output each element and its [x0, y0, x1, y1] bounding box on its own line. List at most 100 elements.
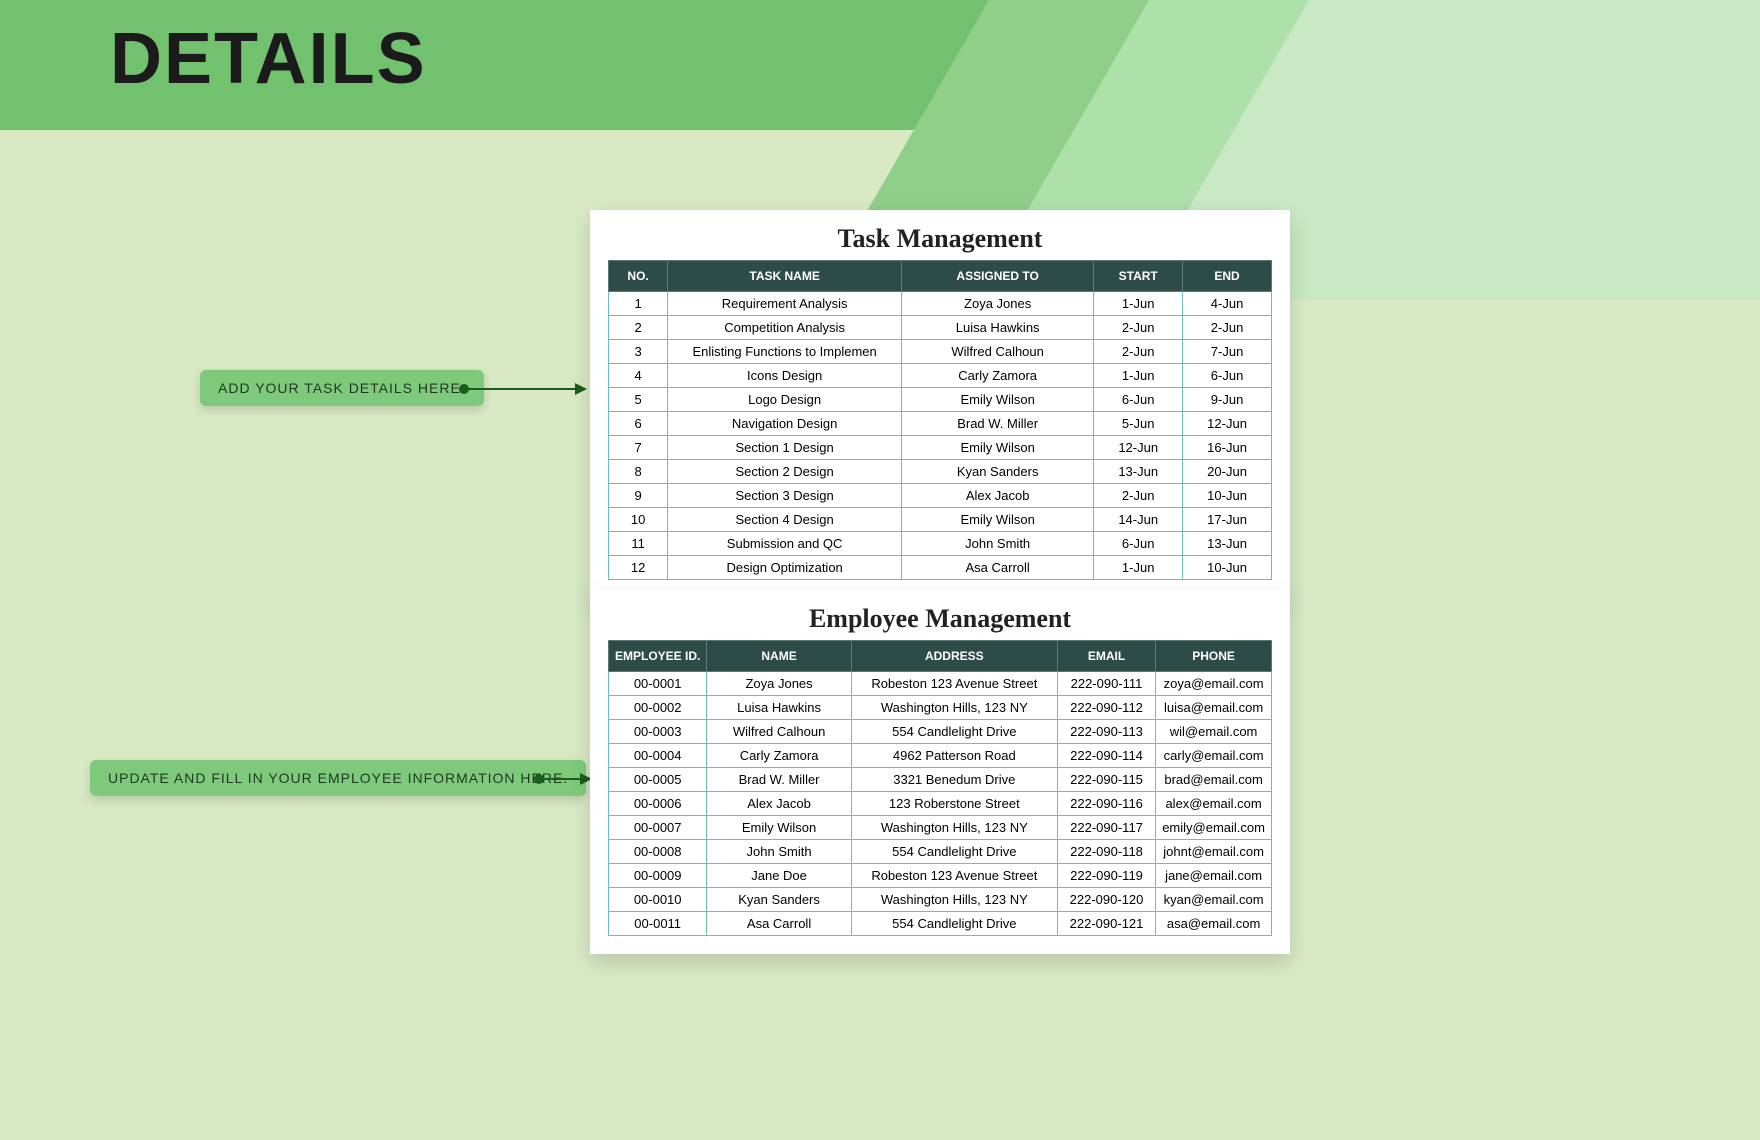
column-header: END [1183, 261, 1272, 292]
table-cell: 7-Jun [1183, 340, 1272, 364]
table-cell: emily@email.com [1156, 816, 1272, 840]
table-cell: asa@email.com [1156, 912, 1272, 936]
table-row: 00-0010Kyan SandersWashington Hills, 123… [609, 888, 1272, 912]
column-header: NAME [707, 641, 851, 672]
table-cell: carly@email.com [1156, 744, 1272, 768]
table-cell: 11 [609, 532, 668, 556]
table-cell: Enlisting Functions to Implemen [668, 340, 902, 364]
table-cell: wil@email.com [1156, 720, 1272, 744]
table-cell: Carly Zamora [902, 364, 1094, 388]
table-cell: 17-Jun [1183, 508, 1272, 532]
table-cell: 8 [609, 460, 668, 484]
table-row: 00-0008John Smith554 Candlelight Drive22… [609, 840, 1272, 864]
table-cell: 00-0008 [609, 840, 707, 864]
table-cell: 00-0005 [609, 768, 707, 792]
arrow-icon [540, 778, 590, 780]
table-row: 9Section 3 DesignAlex Jacob2-Jun10-Jun [609, 484, 1272, 508]
employee-card-title: Employee Management [608, 604, 1272, 634]
table-cell: Luisa Hawkins [707, 696, 851, 720]
table-cell: 2-Jun [1183, 316, 1272, 340]
table-row: 4Icons DesignCarly Zamora1-Jun6-Jun [609, 364, 1272, 388]
table-cell: 1-Jun [1094, 364, 1183, 388]
table-cell: 9 [609, 484, 668, 508]
table-cell: Emily Wilson [902, 508, 1094, 532]
table-cell: jane@email.com [1156, 864, 1272, 888]
table-row: 00-0001Zoya JonesRobeston 123 Avenue Str… [609, 672, 1272, 696]
table-cell: Carly Zamora [707, 744, 851, 768]
table-cell: Emily Wilson [902, 388, 1094, 412]
table-cell: 00-0009 [609, 864, 707, 888]
table-cell: 20-Jun [1183, 460, 1272, 484]
table-cell: Section 2 Design [668, 460, 902, 484]
table-cell: 554 Candlelight Drive [851, 840, 1057, 864]
table-cell: Design Optimization [668, 556, 902, 580]
table-cell: Brad W. Miller [902, 412, 1094, 436]
table-cell: Washington Hills, 123 NY [851, 696, 1057, 720]
table-cell: 00-0003 [609, 720, 707, 744]
table-cell: 10-Jun [1183, 484, 1272, 508]
table-cell: 13-Jun [1094, 460, 1183, 484]
table-cell: 00-0002 [609, 696, 707, 720]
task-table: NO.TASK NAMEASSIGNED TOSTARTEND 1Require… [608, 260, 1272, 580]
table-cell: 00-0004 [609, 744, 707, 768]
table-cell: 6-Jun [1183, 364, 1272, 388]
table-cell: 00-0006 [609, 792, 707, 816]
column-header: PHONE [1156, 641, 1272, 672]
table-row: 00-0009Jane DoeRobeston 123 Avenue Stree… [609, 864, 1272, 888]
table-cell: kyan@email.com [1156, 888, 1272, 912]
table-cell: Alex Jacob [902, 484, 1094, 508]
table-cell: John Smith [707, 840, 851, 864]
table-cell: Wilfred Calhoun [902, 340, 1094, 364]
table-cell: 222-090-113 [1057, 720, 1155, 744]
table-cell: 4962 Patterson Road [851, 744, 1057, 768]
table-cell: John Smith [902, 532, 1094, 556]
table-cell: 222-090-121 [1057, 912, 1155, 936]
table-cell: 2-Jun [1094, 340, 1183, 364]
table-cell: 10 [609, 508, 668, 532]
callout-employee: UPDATE AND FILL IN YOUR EMPLOYEE INFORMA… [90, 760, 586, 796]
table-cell: Section 3 Design [668, 484, 902, 508]
table-cell: 222-090-119 [1057, 864, 1155, 888]
table-cell: 6 [609, 412, 668, 436]
column-header: EMAIL [1057, 641, 1155, 672]
table-cell: 00-0011 [609, 912, 707, 936]
table-cell: 12-Jun [1183, 412, 1272, 436]
table-cell: Asa Carroll [707, 912, 851, 936]
table-row: 00-0005Brad W. Miller3321 Benedum Drive2… [609, 768, 1272, 792]
table-cell: Wilfred Calhoun [707, 720, 851, 744]
table-cell: 5 [609, 388, 668, 412]
table-cell: 7 [609, 436, 668, 460]
table-row: 8Section 2 DesignKyan Sanders13-Jun20-Ju… [609, 460, 1272, 484]
column-header: EMPLOYEE ID. [609, 641, 707, 672]
table-cell: 2 [609, 316, 668, 340]
table-cell: 1-Jun [1094, 556, 1183, 580]
table-cell: 222-090-116 [1057, 792, 1155, 816]
table-row: 00-0004Carly Zamora4962 Patterson Road22… [609, 744, 1272, 768]
table-cell: 4 [609, 364, 668, 388]
table-cell: 12 [609, 556, 668, 580]
table-cell: Alex Jacob [707, 792, 851, 816]
table-cell: 222-090-114 [1057, 744, 1155, 768]
callout-task: ADD YOUR TASK DETAILS HERE. [200, 370, 484, 406]
table-cell: 00-0007 [609, 816, 707, 840]
table-row: 1Requirement AnalysisZoya Jones1-Jun4-Ju… [609, 292, 1272, 316]
table-cell: 222-090-120 [1057, 888, 1155, 912]
table-cell: 554 Candlelight Drive [851, 720, 1057, 744]
table-cell: 13-Jun [1183, 532, 1272, 556]
table-cell: 2-Jun [1094, 316, 1183, 340]
table-cell: 222-090-115 [1057, 768, 1155, 792]
table-cell: 14-Jun [1094, 508, 1183, 532]
table-cell: Navigation Design [668, 412, 902, 436]
table-cell: 1 [609, 292, 668, 316]
employee-management-card: Employee Management EMPLOYEE ID.NAMEADDR… [590, 590, 1290, 954]
task-management-card: Task Management NO.TASK NAMEASSIGNED TOS… [590, 210, 1290, 598]
table-cell: Jane Doe [707, 864, 851, 888]
table-cell: 222-090-117 [1057, 816, 1155, 840]
table-cell: Asa Carroll [902, 556, 1094, 580]
table-cell: Brad W. Miller [707, 768, 851, 792]
table-row: 00-0007Emily WilsonWashington Hills, 123… [609, 816, 1272, 840]
table-cell: 222-090-118 [1057, 840, 1155, 864]
table-cell: 222-090-111 [1057, 672, 1155, 696]
table-cell: johnt@email.com [1156, 840, 1272, 864]
table-cell: 5-Jun [1094, 412, 1183, 436]
